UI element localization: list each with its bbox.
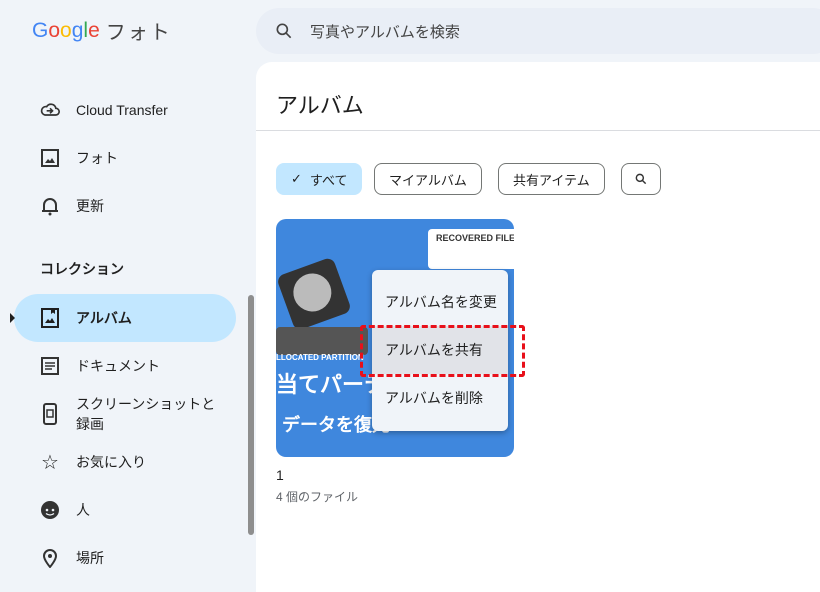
search-input[interactable]: 写真やアルバムを検索 [256,8,820,54]
sidebar-item-label: ドキュメント [76,358,160,374]
sidebar-item-albums[interactable]: アルバム [10,294,236,342]
face-icon [40,500,60,520]
cloud-transfer-icon [40,100,60,120]
menu-item-share[interactable]: アルバムを共有 [372,326,508,374]
search-icon [276,23,292,39]
sidebar-item-label: 場所 [76,550,104,566]
filter-search-button[interactable] [621,163,661,195]
main-panel: アルバム ✓ すべて マイアルバム 共有アイテム RECOVERED FILES… [256,62,820,592]
google-photos-logo[interactable]: Google フォト [32,16,172,45]
sidebar-item-label: お気に入り [76,454,146,470]
filter-label: 共有アイテム [513,172,590,188]
sidebar-item-screenshots[interactable]: スクリーンショットと録画 [14,390,236,438]
document-icon [40,356,60,376]
divider [256,130,820,131]
sidebar-item-documents[interactable]: ドキュメント [14,342,236,390]
hard-disk-illustration [276,256,353,332]
filter-label: すべて [309,172,348,188]
phone-icon [40,403,60,425]
collections-heading: コレクション [40,261,124,277]
sidebar-item-favorites[interactable]: ☆ お気に入り [14,438,236,486]
search-placeholder: 写真やアルバムを検索 [310,23,460,41]
sidebar-item-photos[interactable]: フォト [14,134,236,182]
sidebar-item-label: 人 [76,502,90,518]
album-count: 4 個のファイル [276,490,359,504]
page-title: アルバム [276,93,364,118]
photo-icon [40,148,60,168]
sidebar-item-label: スクリーンショットと録画 [76,396,216,432]
album-icon [40,308,60,328]
star-icon: ☆ [41,451,59,474]
app-name: フォト [105,22,172,44]
filter-label: マイアルバム [389,172,467,188]
filter-all[interactable]: ✓ すべて [276,163,363,195]
google-logo: Google [32,18,100,42]
menu-item-rename[interactable]: アルバム名を変更 [372,278,508,326]
sidebar-item-people[interactable]: 人 [14,486,236,534]
sidebar-item-cloud-transfer[interactable]: Cloud Transfer [14,86,236,134]
partition-illustration [276,327,368,355]
recovered-files-badge: RECOVERED FILES [428,229,514,269]
location-icon [40,548,60,568]
sidebar-item-label: アルバム [76,310,132,326]
sidebar-item-label: フォト [76,150,118,166]
filter-shared[interactable]: 共有アイテム [498,163,605,195]
filter-my-albums[interactable]: マイアルバム [374,163,482,195]
search-icon [635,173,647,185]
bell-icon [40,196,60,216]
partition-label: LLOCATED PARTITION [276,353,364,362]
album-name[interactable]: 1 [276,467,284,483]
sidebar-item-label: Cloud Transfer [76,102,168,118]
check-icon: ✓ [291,171,302,186]
context-menu: アルバム名を変更 アルバムを共有 アルバムを削除 [372,270,508,431]
sidebar-scrollbar[interactable] [248,295,254,535]
sidebar-item-places[interactable]: 場所 [14,534,236,582]
caret-right-icon [10,313,15,323]
sidebar-item-label: 更新 [76,198,104,214]
menu-item-delete[interactable]: アルバムを削除 [372,374,508,422]
sidebar-item-updates[interactable]: 更新 [14,182,236,230]
